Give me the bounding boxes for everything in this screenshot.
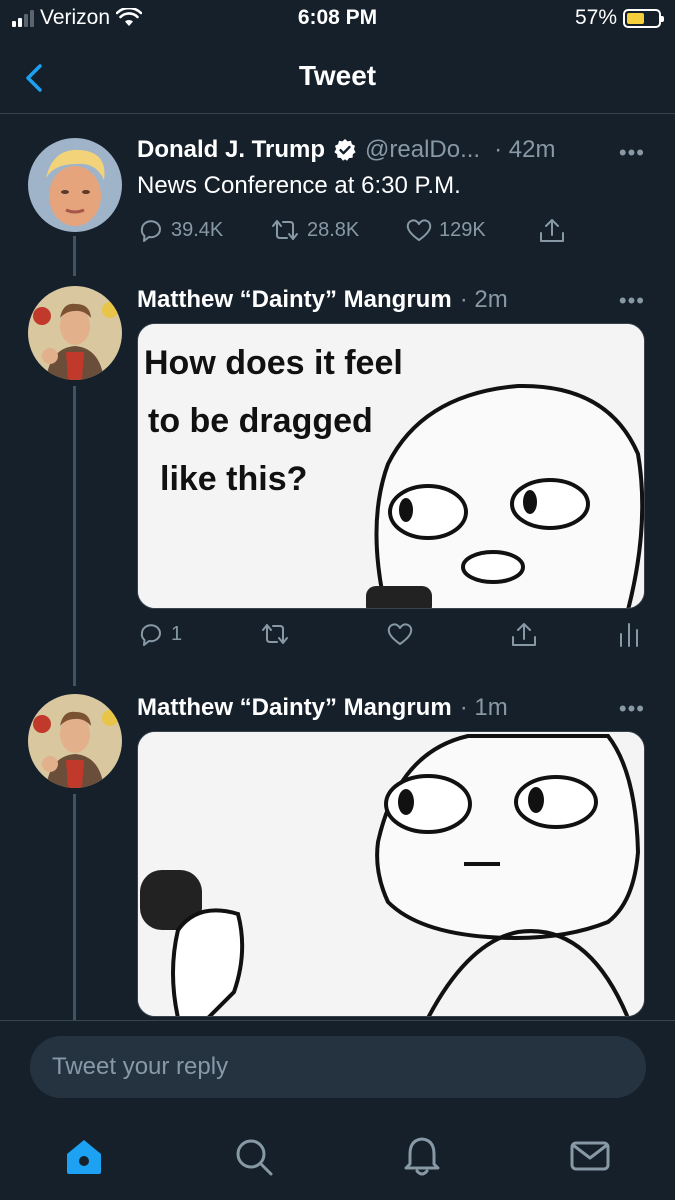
- reply-tweet[interactable]: Matthew “Dainty” Mangrum · 2m ••• How do…: [0, 286, 675, 686]
- notifications-icon[interactable]: [400, 1134, 444, 1178]
- thread-line: [73, 236, 76, 276]
- retweet-button[interactable]: [259, 620, 291, 648]
- tweet-timestamp: · 42m: [494, 136, 556, 163]
- reply-icon: [140, 624, 161, 646]
- more-options-icon[interactable]: •••: [619, 140, 645, 166]
- thread-line: [73, 794, 76, 1020]
- share-button[interactable]: [509, 620, 539, 650]
- avatar-image: [28, 138, 122, 232]
- author-name[interactable]: Matthew “Dainty” Mangrum: [137, 286, 452, 314]
- tweet-actions: 39.4K 28.8K 129K: [137, 216, 645, 252]
- tweet-image[interactable]: How does it feel to be dragged like this…: [137, 323, 645, 609]
- main-tweet[interactable]: Donald J. Trump @realDo... · 42m ••• New…: [0, 116, 675, 286]
- avatar[interactable]: [28, 286, 122, 380]
- avatar[interactable]: [28, 694, 122, 788]
- like-count: 129K: [439, 218, 486, 241]
- verified-badge-icon: [334, 139, 356, 161]
- tab-bar: [0, 1110, 675, 1200]
- nav-header: Tweet: [0, 44, 675, 114]
- tweet-actions: 1: [137, 620, 645, 656]
- tweet-timestamp: · 1m: [459, 694, 508, 721]
- status-right: 57%: [574, 6, 664, 30]
- battery-icon: [623, 8, 664, 28]
- tweet-header: Matthew “Dainty” Mangrum · 2m: [137, 286, 645, 314]
- messages-icon[interactable]: [568, 1134, 612, 1178]
- meme-image: How does it feel to be dragged like this…: [138, 324, 644, 608]
- search-icon[interactable]: [231, 1134, 275, 1178]
- page-title: Tweet: [298, 60, 377, 91]
- tweet-timestamp: · 2m: [459, 286, 508, 313]
- clock: 6:08 PM: [297, 6, 378, 29]
- composer-divider: [0, 1020, 675, 1021]
- like-button[interactable]: [386, 620, 414, 648]
- retweet-button[interactable]: 28.8K: [269, 216, 359, 244]
- avatar-image: [28, 286, 122, 380]
- analytics-button[interactable]: [617, 620, 641, 648]
- tweet-image[interactable]: [137, 731, 645, 1017]
- home-icon[interactable]: [62, 1134, 106, 1178]
- reply-tweet[interactable]: Matthew “Dainty” Mangrum · 1m •••: [0, 694, 675, 1020]
- retweet-icon: [272, 220, 298, 240]
- retweet-icon: [262, 624, 288, 644]
- reply-input[interactable]: [30, 1036, 646, 1098]
- avatar[interactable]: [28, 138, 122, 232]
- reply-icon: [140, 220, 161, 242]
- more-options-icon[interactable]: •••: [619, 696, 645, 722]
- reply-count: 39.4K: [171, 218, 224, 241]
- author-handle[interactable]: @realDo...: [365, 136, 480, 164]
- tweet-header: Donald J. Trump @realDo... · 42m: [137, 136, 645, 164]
- reply-count: 1: [171, 622, 183, 645]
- author-name[interactable]: Matthew “Dainty” Mangrum: [137, 694, 452, 722]
- meme-image: [138, 732, 644, 1016]
- analytics-icon: [620, 623, 638, 647]
- tweet-detail-screen: Verizon 6:08 PM 57% Tweet Donald J. Trum…: [0, 0, 675, 1200]
- battery-percent: 57%: [574, 6, 617, 29]
- avatar-image: [28, 694, 122, 788]
- heart-icon: [387, 623, 413, 645]
- heart-icon: [406, 219, 432, 241]
- retweet-count: 28.8K: [307, 218, 360, 241]
- meme-caption-line-3: like this?: [160, 460, 307, 498]
- reply-button[interactable]: 1: [137, 620, 182, 648]
- share-button[interactable]: [537, 216, 567, 246]
- thread-line: [73, 386, 76, 686]
- like-button[interactable]: 129K: [405, 216, 486, 244]
- reply-composer[interactable]: [30, 1036, 646, 1098]
- meme-caption-line-1: How does it feel: [144, 344, 403, 382]
- share-icon: [512, 623, 536, 646]
- reply-button[interactable]: 39.4K: [137, 216, 223, 244]
- author-name[interactable]: Donald J. Trump: [137, 136, 325, 164]
- status-bar: Verizon 6:08 PM 57%: [0, 0, 675, 40]
- more-options-icon[interactable]: •••: [619, 288, 645, 314]
- battery-level: [627, 12, 645, 24]
- share-icon: [540, 219, 564, 242]
- tweet-header: Matthew “Dainty” Mangrum · 1m: [137, 694, 645, 722]
- meme-caption-line-2: to be dragged: [148, 402, 373, 440]
- tweet-text: News Conference at 6:30 P.M.: [137, 172, 461, 199]
